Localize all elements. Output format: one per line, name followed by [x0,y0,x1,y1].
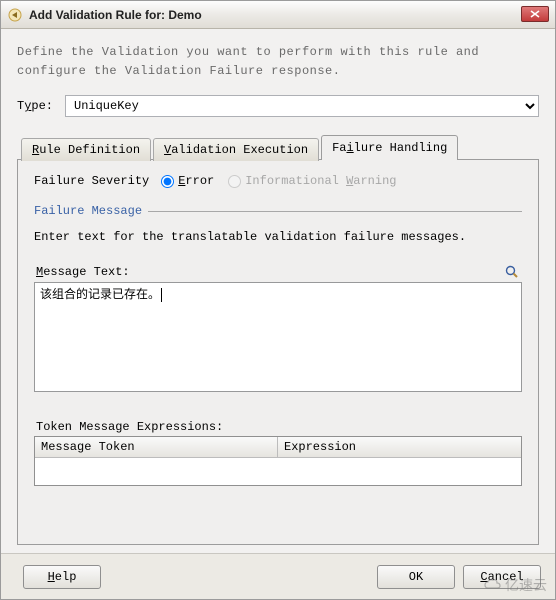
dialog-description: Define the Validation you want to perfor… [17,43,539,81]
token-expressions-label: Token Message Expressions: [36,420,520,434]
severity-row: Failure Severity Error Informational War… [34,174,522,188]
message-text-label: Message Text: [36,265,130,279]
tab-panel-failure-handling: Failure Severity Error Informational War… [17,159,539,545]
search-icon[interactable] [504,264,520,280]
radio-informational-warning: Informational Warning [228,174,396,188]
dialog-body: Define the Validation you want to perfor… [1,29,555,553]
group-divider [148,211,522,212]
severity-label: Failure Severity [34,174,149,188]
close-button[interactable] [521,6,549,22]
col-message-token[interactable]: Message Token [35,437,278,457]
radio-warning-input [228,175,241,188]
message-text-row: Message Text: [34,264,522,282]
radio-error[interactable]: Error [161,174,214,188]
title-bar[interactable]: Add Validation Rule for: Demo [1,1,555,29]
text-caret [161,288,162,302]
cancel-button[interactable]: Cancel [463,565,541,589]
group-failure-message: Failure Message [34,204,522,218]
tabs-container: Rule Definition Validation Execution Fai… [17,135,539,545]
help-button[interactable]: Help [23,565,101,589]
message-text-input[interactable]: 该组合的记录已存在。 [34,282,522,392]
type-select[interactable]: UniqueKey [65,95,539,117]
window-title: Add Validation Rule for: Demo [29,8,202,22]
tab-rule-definition[interactable]: Rule Definition [21,138,151,161]
type-label: Type: [17,99,65,113]
dialog-window: Add Validation Rule for: Demo Define the… [0,0,556,600]
dialog-footer: Help OK Cancel [1,553,555,599]
tab-validation-execution[interactable]: Validation Execution [153,138,319,161]
col-expression[interactable]: Expression [278,437,521,457]
instruction-text: Enter text for the translatable validati… [34,230,522,244]
group-title: Failure Message [34,204,142,218]
app-icon [7,7,23,23]
ok-button[interactable]: OK [377,565,455,589]
token-expressions-table[interactable]: Message Token Expression [34,436,522,486]
radio-error-input[interactable] [161,175,174,188]
tab-failure-handling[interactable]: Failure Handling [321,135,458,160]
tab-strip: Rule Definition Validation Execution Fai… [17,135,539,160]
type-row: Type: UniqueKey [17,95,539,117]
table-header: Message Token Expression [35,437,521,458]
